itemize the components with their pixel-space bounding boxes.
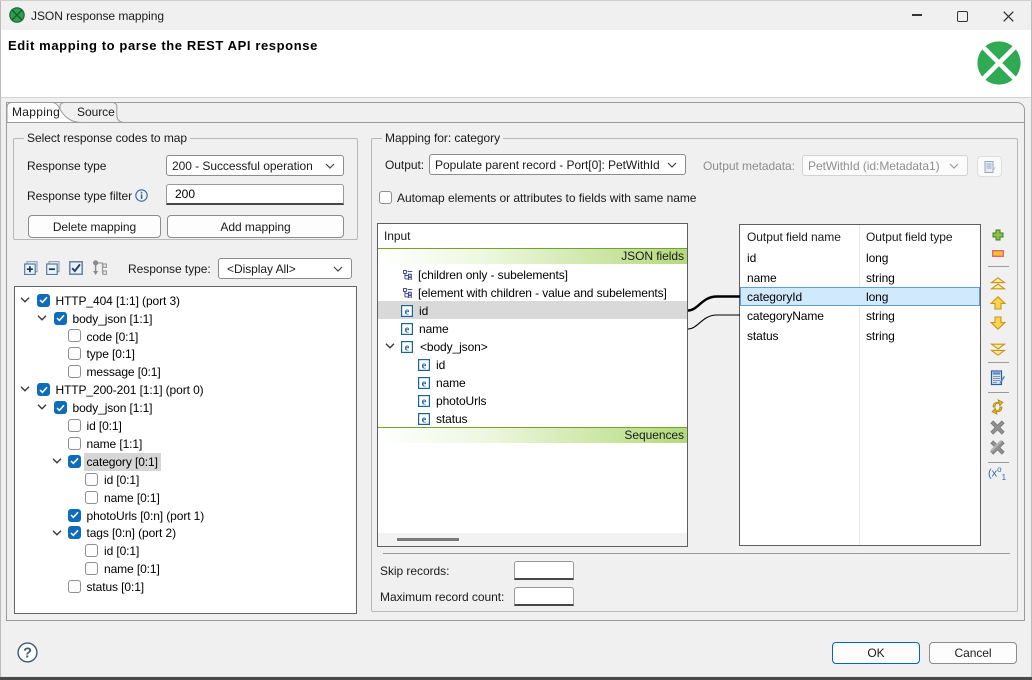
svg-text:e: e [422,360,427,370]
svg-text:e: e [405,324,410,334]
svg-text:e: e [422,396,427,406]
svg-text:?: ? [23,646,32,662]
svg-text:e: e [405,342,410,352]
svg-text:e: e [405,306,410,316]
svg-text:e: e [422,378,427,388]
svg-text:e: e [422,414,427,424]
